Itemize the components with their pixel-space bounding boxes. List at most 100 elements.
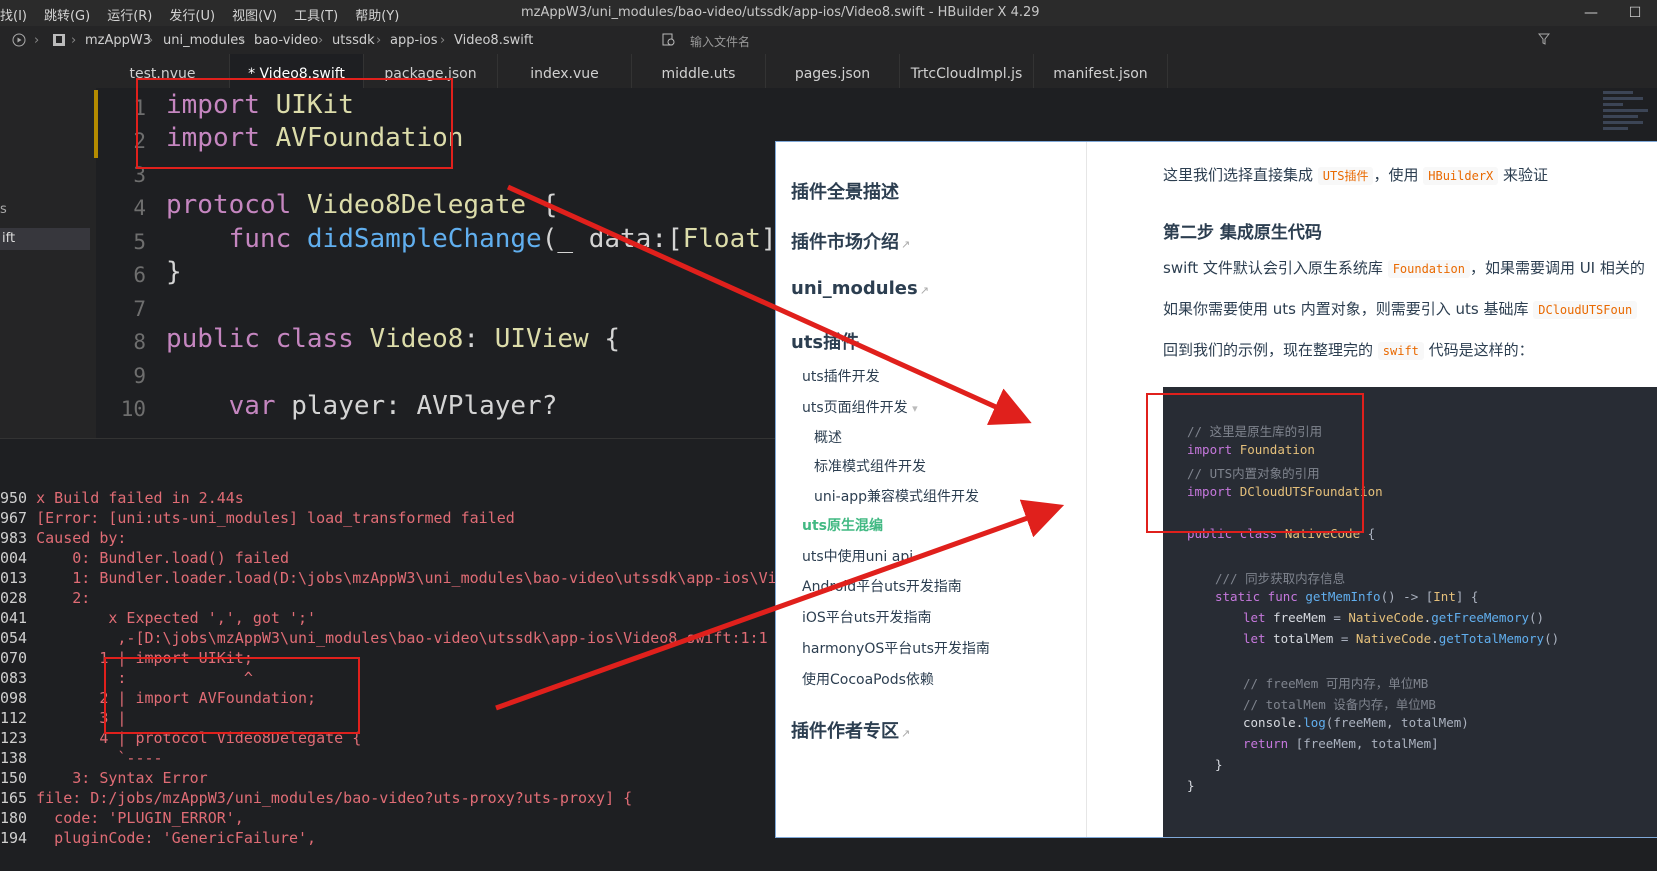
explorer-item-selected[interactable]: ift xyxy=(0,228,90,250)
nav-heading-label: 插件全景描述 xyxy=(791,182,899,203)
nav-item-active[interactable]: uts原生混编 xyxy=(802,515,883,535)
menu-item-view[interactable]: 视图(V) xyxy=(232,5,277,24)
code-line: func didSampleChange(_ data:[Float]) xyxy=(166,224,793,254)
console-line-text: `---- xyxy=(27,749,163,767)
tab-middle-uts[interactable]: middle.uts xyxy=(632,54,766,88)
code-punct: () -> [ xyxy=(1380,589,1434,604)
text: swift 文件默认会引入原生系统库 xyxy=(1163,259,1388,277)
menu-item-help[interactable]: 帮助(Y) xyxy=(355,5,399,24)
filter-icon[interactable] xyxy=(1537,33,1551,49)
console-line-text: 0: Bundler.load() failed xyxy=(27,549,289,567)
nav-heading[interactable]: 插件全景描述 xyxy=(791,178,899,204)
console-line: 013 1: Bundler.loader.load(D:\jobs\mzApp… xyxy=(0,569,777,587)
breadcrumb-item[interactable]: uni_modules xyxy=(163,33,245,48)
menu-item-goto[interactable]: 跳转(G) xyxy=(44,5,90,24)
nav-heading-label: uni_modules xyxy=(791,278,918,299)
console-line-text: code: 'PLUGIN_ERROR', xyxy=(27,809,244,827)
code-punct: { xyxy=(1367,526,1376,541)
console-line: 194 pluginCode: 'GenericFailure', xyxy=(0,829,316,847)
explorer-item[interactable]: s xyxy=(0,202,7,217)
text: 回到我们的示例，现在整理完的 xyxy=(1163,341,1378,359)
nav-item[interactable]: uni-app兼容模式组件开发 xyxy=(814,486,979,506)
code-punct: (freeMem, totalMem) xyxy=(1325,715,1469,730)
menu-item-find[interactable]: 找(I) xyxy=(0,5,27,24)
menu-item-publish[interactable]: 发行(U) xyxy=(169,5,215,24)
nav-heading[interactable]: 插件市场介绍 ↗ xyxy=(791,228,910,254)
breadcrumb-item[interactable]: Video8.swift xyxy=(454,33,533,48)
code-punct: () xyxy=(1544,631,1560,646)
code-type: Float xyxy=(682,224,761,254)
code-keyword: protocol xyxy=(166,190,292,220)
code-line: public class Video8: UIView { xyxy=(166,324,620,354)
breadcrumb-item[interactable]: mzAppW3 xyxy=(85,33,151,48)
project-icon xyxy=(52,33,66,51)
console-line-text: 2: xyxy=(27,589,91,607)
code-function: log xyxy=(1303,715,1326,730)
inline-code: HBuilderX xyxy=(1423,167,1499,185)
chevron-left-icon[interactable]: › xyxy=(34,33,39,48)
console-line-text: pluginCode: 'GenericFailure', xyxy=(27,829,317,847)
nav-item[interactable]: Android平台uts开发指南 xyxy=(802,576,962,596)
code-punct: (_ xyxy=(541,224,589,254)
inline-code: DCloudUTSFoun xyxy=(1533,301,1638,319)
run-icon[interactable] xyxy=(12,33,26,51)
doc-paragraph: 回到我们的示例，现在整理完的 swift 代码是这样的： xyxy=(1163,339,1534,360)
nav-item[interactable]: iOS平台uts开发指南 xyxy=(802,607,931,627)
breadcrumb-item[interactable]: utssdk xyxy=(332,33,375,48)
console-line-text: ,-[D:\jobs\mzAppW3\uni_modules\bao-video… xyxy=(27,629,768,647)
breadcrumb-item[interactable]: bao-video xyxy=(254,33,318,48)
console-line-text: file: D:/jobs/mzAppW3/uni_modules/bao-vi… xyxy=(27,789,633,807)
code-type: NativeCode xyxy=(1355,631,1432,646)
highlight-box-console-imports xyxy=(104,657,360,734)
nav-heading-label: 插件市场介绍 xyxy=(791,232,899,253)
nav-heading[interactable]: 插件作者专区 ↗ xyxy=(791,717,910,743)
code-variable: totalMem xyxy=(1273,631,1334,646)
code-line: } xyxy=(1187,778,1195,793)
nav-item[interactable]: uts插件开发 xyxy=(802,366,880,386)
console-line-text: Caused by: xyxy=(27,529,127,547)
console-line: 950 x Build failed in 2.44s xyxy=(0,489,244,507)
nav-heading-label: uts插件 xyxy=(791,332,860,353)
code-line: } xyxy=(166,257,182,287)
breadcrumb-item[interactable]: app-ios xyxy=(390,33,438,48)
inline-code: UTS插件 xyxy=(1317,167,1374,185)
nav-item[interactable]: harmonyOS平台uts开发指南 xyxy=(802,638,990,658)
file-search-icon[interactable] xyxy=(662,33,676,51)
code-punct: : xyxy=(463,324,480,354)
nav-item[interactable]: uts页面组件开发 ▾ xyxy=(802,397,918,417)
maximize-button[interactable]: ☐ xyxy=(1613,0,1657,26)
nav-item[interactable]: 使用CocoaPods依赖 xyxy=(802,669,934,689)
console-line-number: 138 xyxy=(0,749,28,767)
tab-index-vue[interactable]: index.vue xyxy=(498,54,632,88)
code-function: getMemInfo xyxy=(1305,589,1381,604)
external-link-icon: ↗ xyxy=(901,238,911,251)
text: ，使用 xyxy=(1373,166,1424,184)
nav-item[interactable]: 概述 xyxy=(814,427,842,447)
external-link-icon: ↗ xyxy=(919,284,929,297)
minimize-button[interactable]: — xyxy=(1569,0,1613,26)
code-function: getTotalMemory xyxy=(1438,631,1545,646)
nav-heading[interactable]: uni_modules ↗ xyxy=(791,278,929,299)
breadcrumb-separator: › xyxy=(71,33,77,48)
external-link-icon: ↗ xyxy=(901,727,911,740)
nav-item[interactable]: uts中使用uni api xyxy=(802,546,913,566)
menu-item-run[interactable]: 运行(R) xyxy=(107,5,152,24)
tab-trtccloudimpl-js[interactable]: TrtcCloudImpl.js xyxy=(900,54,1034,88)
menu-item-tools[interactable]: 工具(T) xyxy=(294,5,338,24)
code-line: let freeMem = NativeCode.getFreeMemory() xyxy=(1243,610,1545,625)
code-line: return [freeMem, totalMem] xyxy=(1243,736,1439,751)
code-punct: { xyxy=(541,190,558,220)
console-line: 041 x Expected ',', got ';' xyxy=(0,609,316,627)
code-line: protocol Video8Delegate { xyxy=(166,190,557,220)
console-line-text: 3: Syntax Error xyxy=(27,769,208,787)
nav-heading[interactable]: uts插件 xyxy=(791,328,859,354)
code-type: NativeCode xyxy=(1348,610,1424,625)
console-line-number: 983 xyxy=(0,529,28,547)
tab-manifest-json[interactable]: manifest.json xyxy=(1034,54,1168,88)
tab-pages-json[interactable]: pages.json xyxy=(766,54,900,88)
code-keyword: public class xyxy=(166,324,354,354)
code-line: let totalMem = NativeCode.getTotalMemory… xyxy=(1243,631,1560,646)
nav-item[interactable]: 标准模式组件开发 xyxy=(814,456,926,476)
code-type: AVPlayer? xyxy=(416,391,558,421)
file-search-input[interactable]: 输入文件名 xyxy=(690,33,750,50)
